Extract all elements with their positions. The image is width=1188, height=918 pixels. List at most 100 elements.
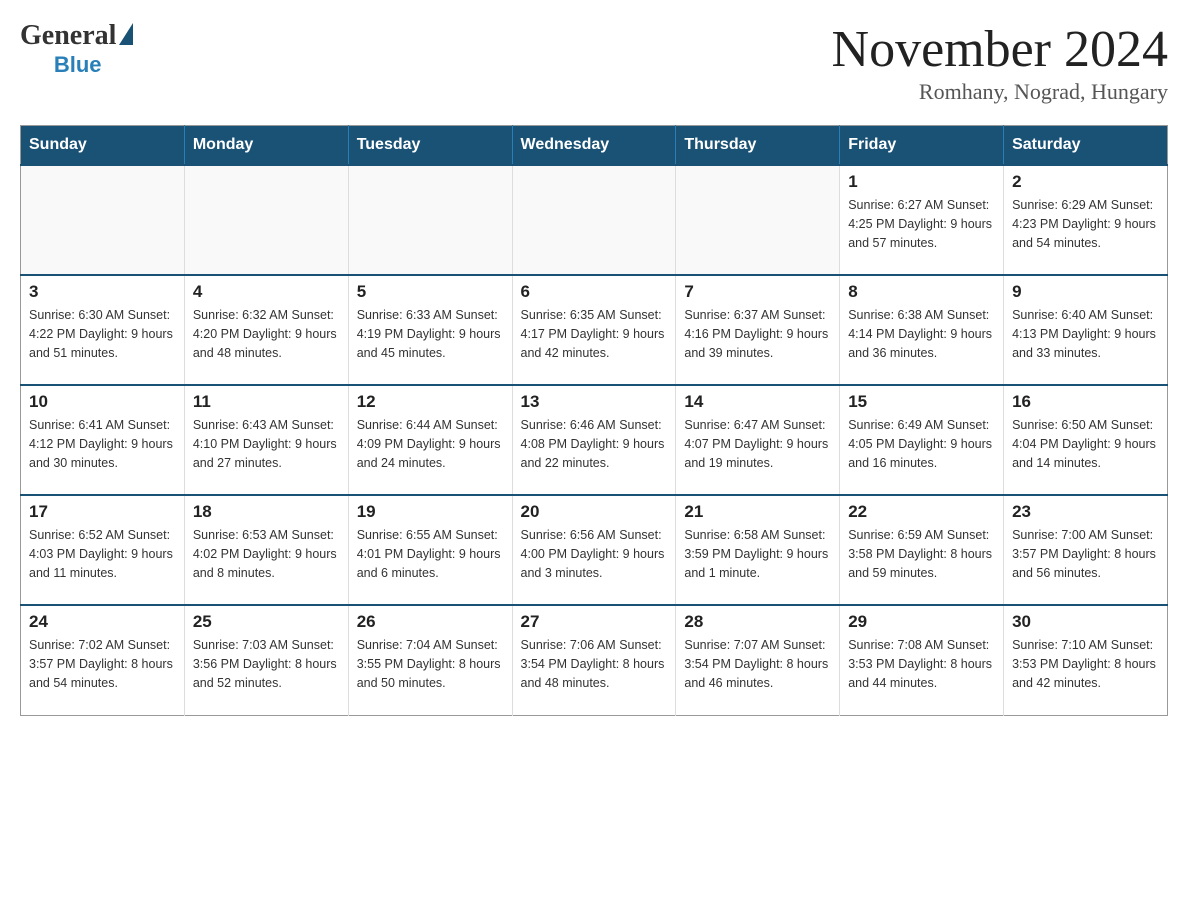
calendar-day-cell: 6Sunrise: 6:35 AM Sunset: 4:17 PM Daylig… (512, 275, 676, 385)
calendar-day-cell: 20 Sunrise: 6:56 AM Sunset: 4:00 PM Dayli… (512, 495, 676, 605)
calendar-day-cell: 19 Sunrise: 6:55 AM Sunset: 4:01 PM Dayli… (348, 495, 512, 605)
day-info: Sunrise: 6:49 AM Sunset: 4:05 PM Dayligh… (848, 416, 995, 472)
day-of-week-header: Wednesday (512, 126, 676, 166)
logo-row1: General (20, 20, 133, 52)
day-number: 3 (29, 282, 176, 302)
day-info: Sunrise: 6:55 AM Sunset: 4:01 PM Dayligh… (357, 526, 504, 582)
calendar-day-cell: 15 Sunrise: 6:49 AM Sunset: 4:05 PM Dayli… (840, 385, 1004, 495)
day-of-week-header: Sunday (21, 126, 185, 166)
day-of-week-header: Friday (840, 126, 1004, 166)
day-info: Sunrise: 6:33 AM Sunset: 4:19 PM Dayligh… (357, 306, 504, 362)
day-number: 10 (29, 392, 176, 412)
calendar-week-row: 10Sunrise: 6:41 AM Sunset: 4:12 PM Dayli… (21, 385, 1168, 495)
day-info: Sunrise: 7:10 AM Sunset: 3:53 PM Dayligh… (1012, 636, 1159, 692)
calendar-day-cell: 14 Sunrise: 6:47 AM Sunset: 4:07 PM Dayli… (676, 385, 840, 495)
day-info: Sunrise: 6:53 AM Sunset: 4:02 PM Dayligh… (193, 526, 340, 582)
calendar-day-cell: 16Sunrise: 6:50 AM Sunset: 4:04 PM Dayli… (1004, 385, 1168, 495)
day-of-week-header: Monday (184, 126, 348, 166)
day-number: 26 (357, 612, 504, 632)
day-number: 15 (848, 392, 995, 412)
logo-row2: Blue (20, 52, 133, 78)
calendar-day-cell: 25Sunrise: 7:03 AM Sunset: 3:56 PM Dayli… (184, 605, 348, 715)
calendar-day-cell (21, 165, 185, 275)
day-number: 8 (848, 282, 995, 302)
day-number: 18 (193, 502, 340, 522)
calendar-day-cell: 2 Sunrise: 6:29 AM Sunset: 4:23 PM Daylig… (1004, 165, 1168, 275)
day-number: 30 (1012, 612, 1159, 632)
calendar-day-cell: 3 Sunrise: 6:30 AM Sunset: 4:22 PM Daylig… (21, 275, 185, 385)
day-number: 1 (848, 172, 995, 192)
day-info: Sunrise: 6:38 AM Sunset: 4:14 PM Dayligh… (848, 306, 995, 362)
day-info: Sunrise: 6:29 AM Sunset: 4:23 PM Dayligh… (1012, 196, 1159, 252)
calendar-day-cell: 29 Sunrise: 7:08 AM Sunset: 3:53 PM Dayli… (840, 605, 1004, 715)
calendar-day-cell: 28Sunrise: 7:07 AM Sunset: 3:54 PM Dayli… (676, 605, 840, 715)
calendar-day-cell: 13 Sunrise: 6:46 AM Sunset: 4:08 PM Dayli… (512, 385, 676, 495)
day-number: 4 (193, 282, 340, 302)
logo-blue-text: Blue (54, 52, 102, 78)
day-number: 2 (1012, 172, 1159, 192)
calendar-day-cell (184, 165, 348, 275)
day-info: Sunrise: 6:46 AM Sunset: 4:08 PM Dayligh… (521, 416, 668, 472)
day-info: Sunrise: 6:44 AM Sunset: 4:09 PM Dayligh… (357, 416, 504, 472)
day-info: Sunrise: 6:47 AM Sunset: 4:07 PM Dayligh… (684, 416, 831, 472)
calendar-day-cell: 26 Sunrise: 7:04 AM Sunset: 3:55 PM Dayli… (348, 605, 512, 715)
calendar-body: 1 Sunrise: 6:27 AM Sunset: 4:25 PM Daylig… (21, 165, 1168, 715)
day-number: 17 (29, 502, 176, 522)
day-number: 20 (521, 502, 668, 522)
day-info: Sunrise: 6:30 AM Sunset: 4:22 PM Dayligh… (29, 306, 176, 362)
day-info: Sunrise: 7:08 AM Sunset: 3:53 PM Dayligh… (848, 636, 995, 692)
day-info: Sunrise: 6:59 AM Sunset: 3:58 PM Dayligh… (848, 526, 995, 582)
calendar-day-cell: 18 Sunrise: 6:53 AM Sunset: 4:02 PM Dayli… (184, 495, 348, 605)
day-info: Sunrise: 7:04 AM Sunset: 3:55 PM Dayligh… (357, 636, 504, 692)
calendar-day-cell (676, 165, 840, 275)
day-number: 13 (521, 392, 668, 412)
day-number: 11 (193, 392, 340, 412)
days-of-week-row: SundayMondayTuesdayWednesdayThursdayFrid… (21, 126, 1168, 166)
calendar-table: SundayMondayTuesdayWednesdayThursdayFrid… (20, 125, 1168, 716)
day-info: Sunrise: 6:40 AM Sunset: 4:13 PM Dayligh… (1012, 306, 1159, 362)
day-number: 14 (684, 392, 831, 412)
calendar-day-cell: 24Sunrise: 7:02 AM Sunset: 3:57 PM Dayli… (21, 605, 185, 715)
logo-triangle-icon (119, 23, 133, 45)
calendar-week-row: 17 Sunrise: 6:52 AM Sunset: 4:03 PM Dayli… (21, 495, 1168, 605)
day-info: Sunrise: 6:56 AM Sunset: 4:00 PM Dayligh… (521, 526, 668, 582)
day-number: 19 (357, 502, 504, 522)
calendar-day-cell: 22Sunrise: 6:59 AM Sunset: 3:58 PM Dayli… (840, 495, 1004, 605)
day-info: Sunrise: 7:00 AM Sunset: 3:57 PM Dayligh… (1012, 526, 1159, 582)
day-number: 23 (1012, 502, 1159, 522)
day-of-week-header: Thursday (676, 126, 840, 166)
calendar-day-cell: 17 Sunrise: 6:52 AM Sunset: 4:03 PM Dayli… (21, 495, 185, 605)
day-number: 24 (29, 612, 176, 632)
day-number: 27 (521, 612, 668, 632)
calendar-day-cell: 7Sunrise: 6:37 AM Sunset: 4:16 PM Daylig… (676, 275, 840, 385)
calendar-day-cell: 30 Sunrise: 7:10 AM Sunset: 3:53 PM Dayli… (1004, 605, 1168, 715)
logo-general-text: General (20, 20, 116, 52)
day-number: 7 (684, 282, 831, 302)
calendar-day-cell: 8 Sunrise: 6:38 AM Sunset: 4:14 PM Daylig… (840, 275, 1004, 385)
day-number: 12 (357, 392, 504, 412)
page-location: Romhany, Nograd, Hungary (832, 79, 1168, 105)
day-info: Sunrise: 6:32 AM Sunset: 4:20 PM Dayligh… (193, 306, 340, 362)
calendar-day-cell: 4 Sunrise: 6:32 AM Sunset: 4:20 PM Daylig… (184, 275, 348, 385)
calendar-day-cell (512, 165, 676, 275)
day-info: Sunrise: 6:52 AM Sunset: 4:03 PM Dayligh… (29, 526, 176, 582)
calendar-day-cell: 10Sunrise: 6:41 AM Sunset: 4:12 PM Dayli… (21, 385, 185, 495)
day-number: 9 (1012, 282, 1159, 302)
calendar-day-cell: 12 Sunrise: 6:44 AM Sunset: 4:09 PM Dayli… (348, 385, 512, 495)
calendar-week-row: 24Sunrise: 7:02 AM Sunset: 3:57 PM Dayli… (21, 605, 1168, 715)
day-info: Sunrise: 7:03 AM Sunset: 3:56 PM Dayligh… (193, 636, 340, 692)
logo-block: General Blue (20, 20, 133, 78)
logo: General Blue (20, 20, 133, 78)
day-info: Sunrise: 6:27 AM Sunset: 4:25 PM Dayligh… (848, 196, 995, 252)
day-info: Sunrise: 7:06 AM Sunset: 3:54 PM Dayligh… (521, 636, 668, 692)
calendar-day-cell: 21Sunrise: 6:58 AM Sunset: 3:59 PM Dayli… (676, 495, 840, 605)
day-number: 29 (848, 612, 995, 632)
calendar-day-cell: 5Sunrise: 6:33 AM Sunset: 4:19 PM Daylig… (348, 275, 512, 385)
calendar-day-cell (348, 165, 512, 275)
calendar-day-cell: 1 Sunrise: 6:27 AM Sunset: 4:25 PM Daylig… (840, 165, 1004, 275)
calendar-week-row: 3 Sunrise: 6:30 AM Sunset: 4:22 PM Daylig… (21, 275, 1168, 385)
day-number: 21 (684, 502, 831, 522)
day-of-week-header: Saturday (1004, 126, 1168, 166)
page-header: General Blue November 2024 Romhany, Nogr… (20, 20, 1168, 105)
calendar-day-cell: 23 Sunrise: 7:00 AM Sunset: 3:57 PM Dayli… (1004, 495, 1168, 605)
